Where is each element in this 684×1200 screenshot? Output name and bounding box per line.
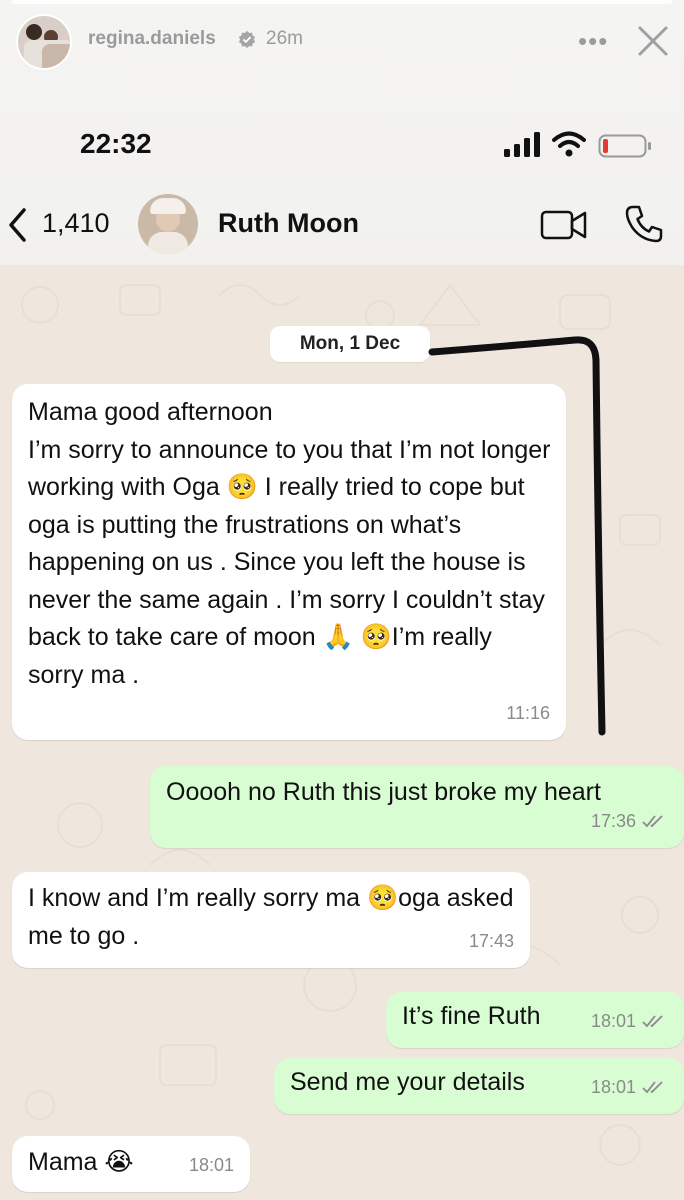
message-time: 11:16 (506, 702, 550, 723)
message-incoming[interactable]: Mama good afternoon I’m sorry to announc… (12, 384, 566, 740)
story-progress-bar (12, 0, 672, 4)
message-time: 18:01 (590, 1076, 636, 1097)
status-bar-time: 22:32 (80, 128, 152, 159)
cellular-signal-icon (504, 132, 540, 157)
wifi-icon (552, 131, 586, 157)
battery-low-icon (598, 134, 651, 158)
message-outgoing[interactable]: Ooooh no Ruth this just broke my heart 1… (150, 766, 684, 848)
message-incoming[interactable]: Mama 😭 18:01 (12, 1136, 250, 1192)
story-time-ago: 26m (266, 28, 303, 49)
close-icon[interactable] (636, 24, 670, 58)
double-check-icon (642, 1015, 663, 1028)
double-check-icon (642, 815, 663, 828)
message-text: Mama good afternoon I’m sorry to announc… (28, 398, 551, 689)
back-arrow-icon[interactable] (6, 206, 30, 244)
unread-count[interactable]: 1,410 (42, 208, 110, 239)
verified-badge-icon (238, 30, 256, 48)
contact-name[interactable]: Ruth Moon (218, 208, 359, 239)
more-options-icon[interactable]: ••• (578, 26, 608, 57)
video-call-icon[interactable] (540, 208, 588, 242)
message-outgoing[interactable]: Send me your details 18:01 (274, 1058, 684, 1114)
date-separator: Mon, 1 Dec (270, 326, 430, 362)
contact-avatar[interactable] (138, 194, 198, 254)
message-outgoing[interactable]: It’s fine Ruth 18:01 (386, 992, 684, 1048)
story-avatar[interactable] (16, 14, 72, 70)
double-check-icon (642, 1081, 663, 1094)
message-time: 17:36 (590, 810, 636, 831)
voice-call-icon[interactable] (624, 204, 664, 244)
message-time: 17:43 (468, 930, 514, 951)
message-incoming[interactable]: I know and I’m really sorry ma 🥺oga aske… (12, 872, 530, 968)
message-time: 18:01 (590, 1010, 636, 1031)
message-text: I know and I’m really sorry ma 🥺oga aske… (28, 884, 514, 950)
message-time: 18:01 (188, 1154, 234, 1175)
story-username[interactable]: regina.daniels (88, 28, 216, 50)
